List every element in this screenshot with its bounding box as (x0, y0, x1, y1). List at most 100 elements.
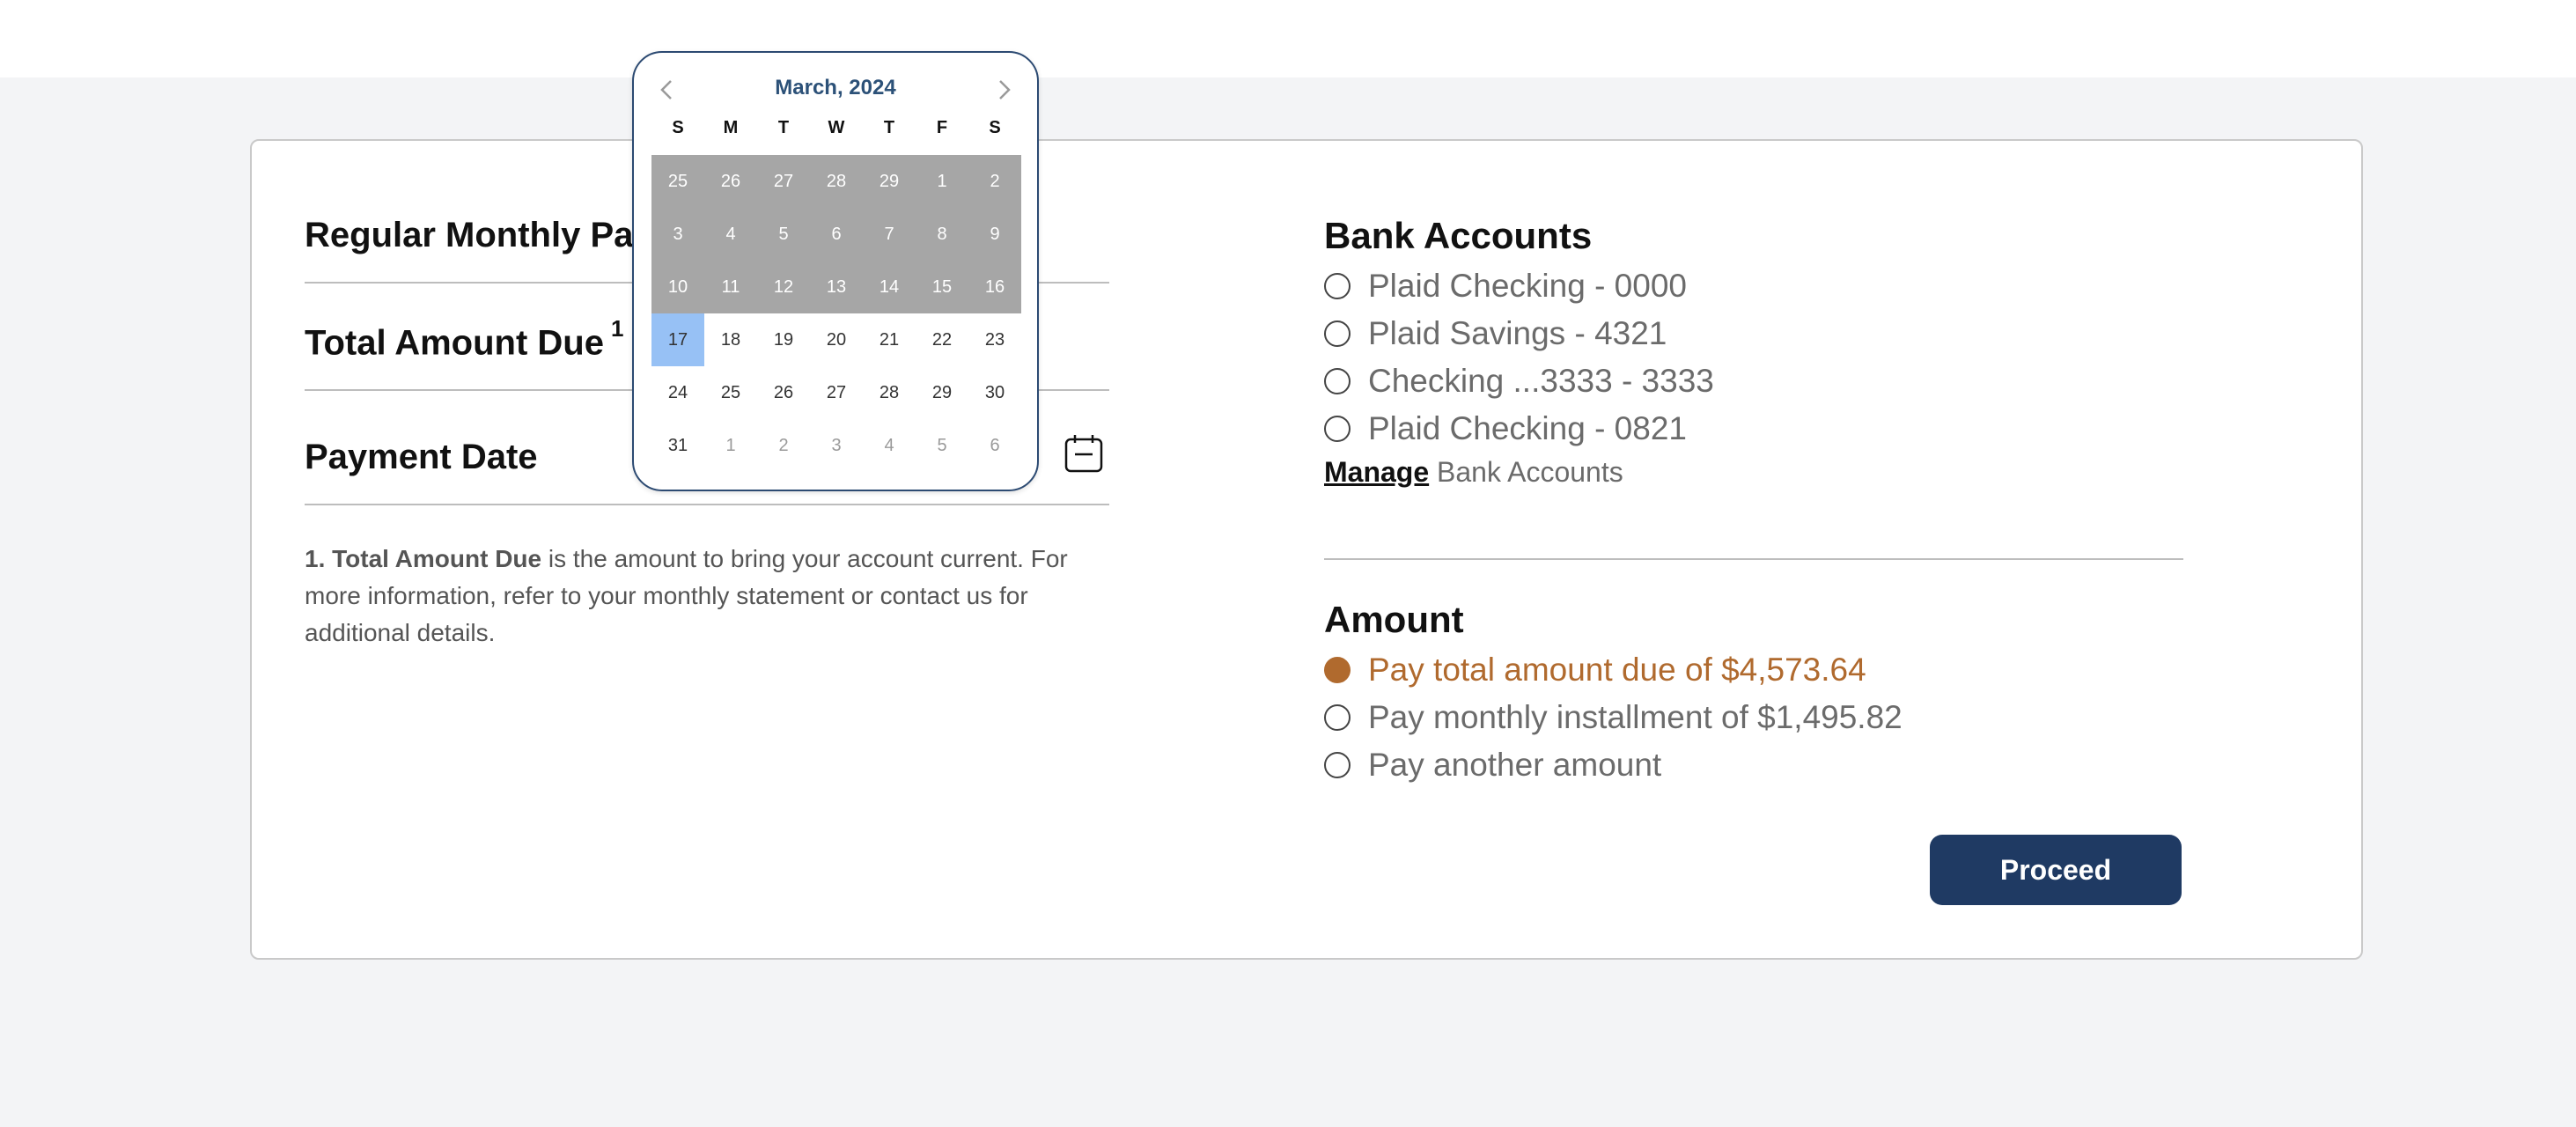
section-divider (1324, 558, 2183, 560)
calendar-day[interactable]: 29 (916, 366, 968, 419)
calendar-day[interactable]: 21 (863, 313, 916, 366)
calendar-day: 15 (916, 261, 968, 313)
calendar-day: 25 (651, 155, 704, 208)
bank-accounts-title: Bank Accounts (1324, 215, 1593, 256)
calendar-day: 7 (863, 208, 916, 261)
calendar-week-row: 31 1 2 3 4 5 6 (651, 419, 1021, 472)
manage-bank-accounts: Manage Bank Accounts (1324, 456, 1623, 489)
calendar-day: 14 (863, 261, 916, 313)
bank-account-option-label: Plaid Savings - 4321 (1368, 315, 1667, 351)
bank-accounts-list: Plaid Checking - 0000 Plaid Savings - 432… (1324, 262, 1714, 453)
amount-option-label: Pay another amount (1368, 747, 1662, 783)
amount-option[interactable]: Pay monthly installment of $1,495.82 (1324, 694, 1903, 741)
amount-option[interactable]: Pay another amount (1324, 741, 1903, 789)
calendar-day: 8 (916, 208, 968, 261)
bank-account-option-label: Plaid Checking - 0000 (1368, 268, 1687, 304)
calendar-day: 11 (704, 261, 757, 313)
radio-button[interactable] (1324, 273, 1351, 299)
bank-account-option-label: Checking ...3333 - 3333 (1368, 363, 1714, 399)
calendar-day: 9 (968, 208, 1021, 261)
calendar-day[interactable]: 22 (916, 313, 968, 366)
weekday-label: W (828, 118, 845, 137)
manage-suffix: Bank Accounts (1429, 456, 1623, 488)
calendar-day-grid: 25 26 27 28 29 1 2 3 4 5 6 7 8 9 10 11 12 13 14 15 16 17 18 19 2… (651, 155, 1021, 472)
weekday-label: F (936, 118, 948, 137)
calendar-day: 28 (810, 155, 863, 208)
calendar-day[interactable]: 23 (968, 313, 1021, 366)
weekday-label: T (777, 118, 790, 137)
total-amount-due-footnote: 1. Total Amount Due is the amount to bri… (305, 541, 1109, 652)
calendar-day[interactable]: 3 (810, 419, 863, 472)
weekday-label: M (723, 118, 739, 137)
payment-date-label: Payment Date (305, 438, 538, 476)
calendar-day[interactable]: 5 (916, 419, 968, 472)
footnote-marker: 1 (610, 314, 624, 342)
calendar-day: 4 (704, 208, 757, 261)
calendar-day[interactable]: 24 (651, 366, 704, 419)
calendar-weekday-header: SMTWTFS (651, 118, 1021, 138)
manage-link[interactable]: Manage (1324, 456, 1429, 488)
calendar-day[interactable]: 20 (810, 313, 863, 366)
calendar-day: 2 (968, 155, 1021, 208)
calendar-week-row: 17 18 19 20 21 22 23 (651, 313, 1021, 366)
calendar-day: 5 (757, 208, 810, 261)
total-amount-due-text: Total Amount Due (305, 323, 604, 362)
radio-button[interactable] (1324, 416, 1351, 442)
weekday-label: S (989, 118, 1001, 137)
calendar-week-row: 3456789 (651, 208, 1021, 261)
amount-option-label: Pay monthly installment of $1,495.82 (1368, 699, 1903, 735)
regular-monthly-payment-label: Regular Monthly Pay (305, 216, 653, 254)
calendar-day[interactable]: 25 (704, 366, 757, 419)
calendar-day[interactable]: 26 (757, 366, 810, 419)
date-picker-popup: March, 2024 SMTWTFS 25 26 27 28 29 1 2 3 4 5 6 7 8 9 1… (632, 51, 1039, 491)
bank-account-option-label: Plaid Checking - 0821 (1368, 410, 1687, 446)
footnote-bold: 1. Total Amount Due (305, 545, 542, 572)
bank-account-option[interactable]: Checking ...3333 - 3333 (1324, 357, 1714, 405)
calendar-week-row: 25 26 27 28 29 1 2 (651, 155, 1021, 208)
radio-button[interactable] (1324, 657, 1351, 683)
bank-account-option[interactable]: Plaid Checking - 0821 (1324, 405, 1714, 453)
amount-options-list: Pay total amount due of $4,573.64 Pay mon… (1324, 646, 1903, 789)
calendar-day: 27 (757, 155, 810, 208)
calendar-day: 12 (757, 261, 810, 313)
bank-account-option[interactable]: Plaid Checking - 0000 (1324, 262, 1714, 310)
calendar-day: 10 (651, 261, 704, 313)
calendar-day[interactable]: 30 (968, 366, 1021, 419)
calendar-day[interactable]: 17 (651, 313, 704, 366)
calendar-day[interactable]: 18 (704, 313, 757, 366)
calendar-day[interactable]: 4 (863, 419, 916, 472)
calendar-icon[interactable] (1064, 433, 1104, 474)
total-amount-due-label: Total Amount Due 1 (305, 315, 623, 363)
calendar-day: 13 (810, 261, 863, 313)
calendar-day[interactable]: 6 (968, 419, 1021, 472)
calendar-day: 3 (651, 208, 704, 261)
amount-option[interactable]: Pay total amount due of $4,573.64 (1324, 646, 1903, 694)
calendar-day[interactable]: 2 (757, 419, 810, 472)
calendar-week-row: 24 25 26 27 28 29 30 (651, 366, 1021, 419)
calendar-day: 1 (916, 155, 968, 208)
radio-button[interactable] (1324, 368, 1351, 394)
weekday-label: S (672, 118, 684, 137)
calendar-day[interactable]: 27 (810, 366, 863, 419)
amount-option-label: Pay total amount due of $4,573.64 (1368, 652, 1866, 688)
radio-button[interactable] (1324, 752, 1351, 778)
calendar-day: 26 (704, 155, 757, 208)
calendar-month-label: March, 2024 (775, 76, 896, 99)
calendar-day[interactable]: 19 (757, 313, 810, 366)
calendar-week-row: 10 11 12 13 14 15 16 (651, 261, 1021, 313)
calendar-header: March, 2024 (634, 72, 1037, 107)
radio-button[interactable] (1324, 320, 1351, 347)
amount-title: Amount (1324, 599, 1464, 640)
calendar-day: 29 (863, 155, 916, 208)
calendar-day[interactable]: 28 (863, 366, 916, 419)
calendar-day[interactable]: 31 (651, 419, 704, 472)
calendar-day: 6 (810, 208, 863, 261)
top-bar (0, 0, 2576, 77)
calendar-day[interactable]: 1 (704, 419, 757, 472)
bank-account-option[interactable]: Plaid Savings - 4321 (1324, 310, 1714, 357)
proceed-button[interactable]: Proceed (1930, 835, 2182, 905)
weekday-label: T (883, 118, 895, 137)
radio-button[interactable] (1324, 704, 1351, 731)
calendar-day: 16 (968, 261, 1021, 313)
chevron-right-icon[interactable] (988, 72, 1019, 107)
